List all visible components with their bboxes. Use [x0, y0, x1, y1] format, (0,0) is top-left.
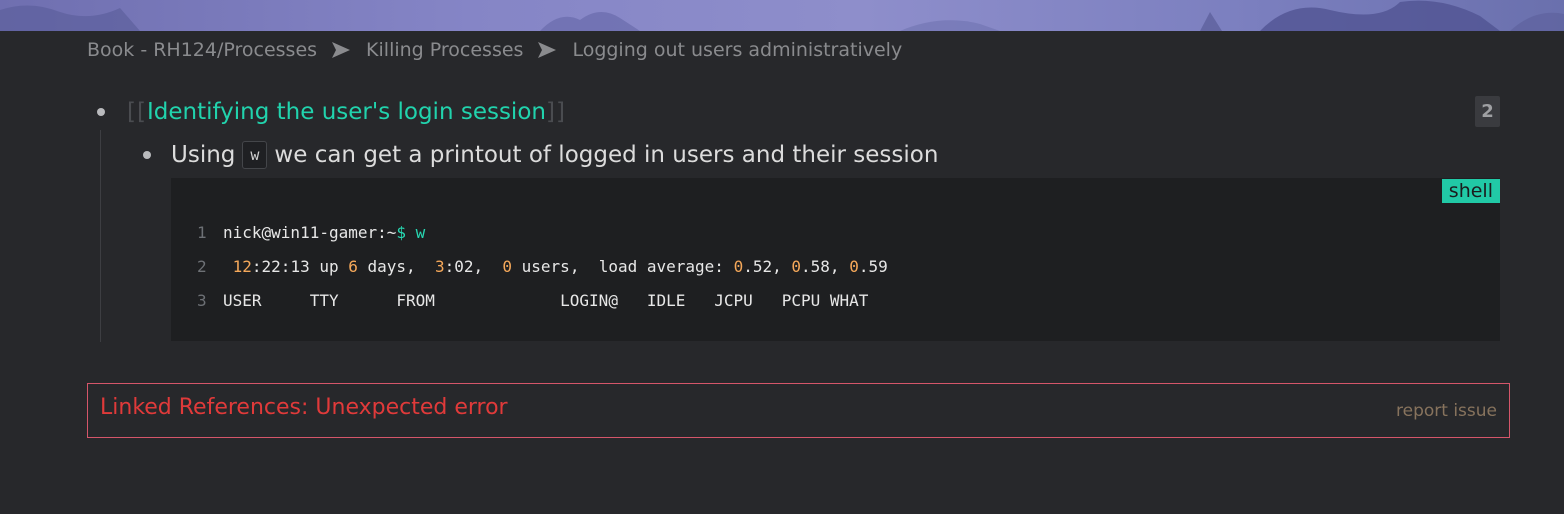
code-language-badge[interactable]: shell: [1441, 179, 1500, 203]
line-number: 1: [197, 222, 207, 242]
block-text: Using: [171, 142, 236, 168]
inline-code: w: [242, 141, 268, 169]
header-banner-image: [0, 0, 1564, 31]
block-bullet[interactable]: [143, 151, 151, 159]
breadcrumb-item-current-page[interactable]: Logging out users administratively: [572, 39, 902, 61]
page-ref-bracket-close: ]]: [545, 99, 566, 125]
error-message: Linked References: Unexpected error: [100, 395, 508, 420]
code-block[interactable]: shell 1 nick@win11-gamer:~$ w 2 12:22:13…: [171, 178, 1500, 341]
line-number: 3: [197, 290, 207, 310]
breadcrumb: Book - RH124/Processes Killing Processes…: [87, 37, 902, 63]
block-using-w[interactable]: Using w we can get a printout of logged …: [171, 139, 938, 171]
code-line: 2 12:22:13 up 6 days, 3:02, 0 users, loa…: [171, 249, 888, 283]
arrow-right-icon: [538, 42, 557, 58]
page-ref-link[interactable]: Identifying the user's login session: [147, 99, 546, 125]
breadcrumb-item-killing-processes[interactable]: Killing Processes: [366, 39, 523, 61]
code-text: USER TTY FROM LOGIN@ IDLE JCPU PCPU WHAT: [223, 290, 869, 310]
line-number: 2: [197, 256, 207, 276]
breadcrumb-item-book[interactable]: Book - RH124/Processes: [87, 39, 317, 61]
linked-references-error: Linked References: Unexpected error repo…: [87, 383, 1510, 438]
code-text: 12:22:13 up 6 days, 3:02, 0 users, load …: [232, 256, 888, 276]
arrow-right-icon: [332, 42, 351, 58]
code-line: 3 USER TTY FROM LOGIN@ IDLE JCPU PCPU WH…: [171, 283, 888, 317]
page-ref-bracket-open: [[: [127, 99, 147, 125]
block-ref-count-badge[interactable]: 2: [1475, 96, 1500, 127]
block-identifying-session[interactable]: [[ Identifying the user's login session …: [127, 96, 566, 128]
block-text: we can get a printout of logged in users…: [274, 142, 939, 168]
child-guide-line: [100, 130, 101, 342]
report-issue-link[interactable]: report issue: [1396, 401, 1497, 421]
code-text: nick@win11-gamer:~$ w: [223, 222, 426, 242]
code-line: 1 nick@win11-gamer:~$ w: [171, 215, 888, 249]
block-bullet[interactable]: [97, 108, 105, 116]
code-lines: 1 nick@win11-gamer:~$ w 2 12:22:13 up 6 …: [171, 215, 888, 317]
